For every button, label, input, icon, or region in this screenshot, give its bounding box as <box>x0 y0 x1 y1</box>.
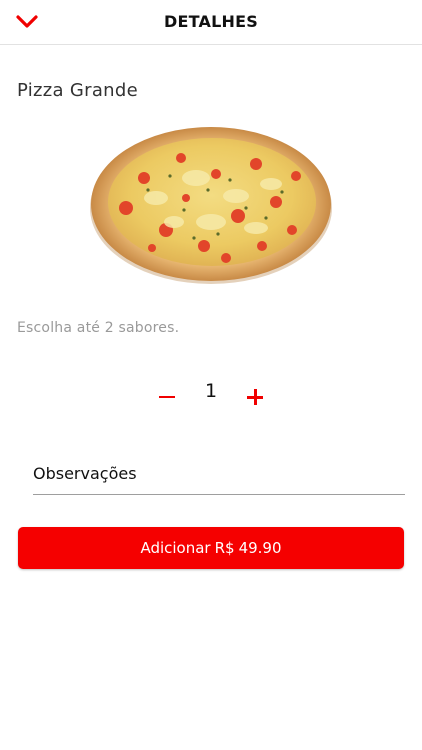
top-bar: DETALHES <box>0 0 422 45</box>
add-button-label: Adicionar <box>140 539 211 557</box>
notes-input[interactable] <box>33 452 405 495</box>
quantity-value: 1 <box>204 380 218 402</box>
page-title: DETALHES <box>164 12 258 31</box>
price-currency: R$ <box>214 539 235 557</box>
price-value: 49.90 <box>238 539 282 557</box>
flavor-hint: Escolha até 2 sabores. <box>17 320 180 336</box>
pizza-image <box>90 127 332 284</box>
minus-icon[interactable] <box>154 382 180 408</box>
add-to-cart-button[interactable]: Adicionar R$ 49.90 <box>18 527 404 569</box>
plus-icon[interactable] <box>242 384 268 410</box>
product-name: Pizza Grande <box>17 80 138 101</box>
product-details-screen: DETALHES Pizza Grande Escolha até 2 sabo… <box>0 0 422 750</box>
